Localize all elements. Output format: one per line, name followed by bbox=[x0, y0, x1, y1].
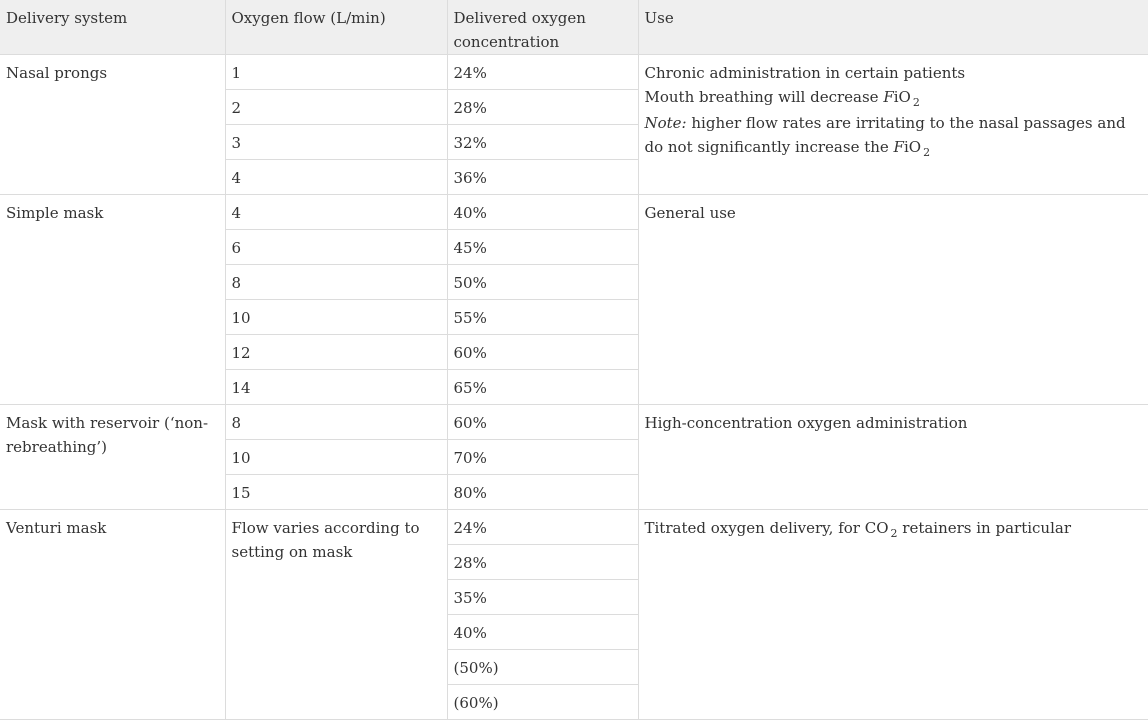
system-cell-mask-with-reservoir: Mask with reservoir (‘non-rebreathing’) bbox=[0, 404, 226, 510]
use-text-part: Titrated oxygen delivery, for CO bbox=[644, 519, 889, 537]
flow-cell: 8 bbox=[224, 404, 448, 440]
fio2-io: iO bbox=[893, 88, 911, 106]
fio2-f: F bbox=[883, 88, 894, 106]
flow-cell: 3 bbox=[225, 124, 448, 160]
use-cell-mask-with-reservoir: High-concentration oxygen administration bbox=[637, 404, 1148, 510]
header-row: Delivery system Oxygen flow (L/min) Deli… bbox=[0, 0, 1148, 55]
table-row: Simple mask 4 40% General use bbox=[0, 194, 1148, 405]
flow-cell: 4 bbox=[224, 194, 448, 230]
flow-cell: 4 bbox=[225, 159, 448, 195]
system-cell-simple-mask: Simple mask bbox=[0, 194, 226, 405]
fio2-subscript: 2 bbox=[912, 96, 920, 109]
use-text: Mouth breathing will decrease FiO 2 bbox=[645, 85, 1143, 111]
concentration-cell: 55% bbox=[446, 299, 638, 335]
concentration-cell: 36% bbox=[446, 159, 638, 195]
use-text-part: Mouth breathing will decrease bbox=[644, 88, 884, 106]
oxygen-delivery-table: Delivery system Oxygen flow (L/min) Deli… bbox=[0, 0, 1148, 720]
concentration-cell: 80% bbox=[446, 474, 638, 510]
use-text: Chronic administration in certain patien… bbox=[644, 64, 966, 82]
table-row: Venturi mask Flow varies according to se… bbox=[0, 509, 1148, 720]
use-text-part: retainers in particular bbox=[897, 519, 1071, 537]
concentration-cell: 60% bbox=[446, 334, 638, 370]
flow-cell: 14 bbox=[225, 369, 448, 405]
use-cell-simple-mask: General use bbox=[637, 194, 1148, 405]
use-note: Note: higher flow rates are irritating t… bbox=[645, 111, 1143, 161]
concentration-cell: 40% bbox=[446, 194, 639, 230]
co2-subscript: 2 bbox=[890, 527, 898, 540]
concentration-cell: 28% bbox=[446, 89, 638, 125]
concentration-cell: 50% bbox=[446, 264, 638, 300]
fio2-f: F bbox=[893, 138, 904, 156]
system-cell-nasal-prongs: Nasal prongs bbox=[0, 54, 226, 195]
use-cell-venturi-mask: Titrated oxygen delivery, for CO 2 retain… bbox=[637, 509, 1148, 720]
fio2-subscript: 2 bbox=[923, 146, 931, 159]
header-use: Use bbox=[637, 0, 1148, 55]
concentration-cell: 45% bbox=[446, 229, 638, 265]
concentration-cell: 28% bbox=[447, 544, 638, 580]
concentration-cell: 70% bbox=[446, 439, 638, 475]
fio2-io: iO bbox=[903, 138, 922, 156]
note-label: Note: bbox=[644, 114, 687, 132]
header-delivered-concentration: Delivered oxygen concentration bbox=[446, 0, 639, 55]
table-row: Nasal prongs 1 24% Chronic administratio… bbox=[0, 54, 1148, 195]
concentration-cell: 35% bbox=[447, 579, 638, 615]
flow-cell: 2 bbox=[225, 89, 448, 125]
concentration-cell: 65% bbox=[446, 369, 638, 405]
concentration-cell: 24% bbox=[446, 509, 639, 545]
flow-cell: 10 bbox=[225, 439, 448, 475]
flow-cell: 8 bbox=[225, 264, 448, 300]
header-delivery-system: Delivery system bbox=[0, 0, 226, 55]
table-row: Mask with reservoir (‘non-rebreathing’) … bbox=[0, 404, 1148, 510]
header-oxygen-flow: Oxygen flow (L/min) bbox=[224, 0, 448, 55]
flow-cell: 10 bbox=[225, 299, 448, 335]
concentration-cell: 40% bbox=[447, 614, 638, 650]
flow-cell-venturi: Flow varies according to setting on mask bbox=[224, 509, 448, 720]
flow-cell: 15 bbox=[225, 474, 448, 510]
note-text: higher flow rates are irritating to the … bbox=[644, 114, 1126, 156]
flow-cell: 12 bbox=[225, 334, 448, 370]
concentration-cell: 24% bbox=[446, 54, 639, 90]
concentration-cell: (50%) bbox=[447, 649, 638, 685]
flow-cell: 1 bbox=[224, 54, 448, 90]
concentration-cell: (60%) bbox=[447, 684, 638, 720]
system-cell-venturi-mask: Venturi mask bbox=[0, 509, 226, 720]
concentration-cell: 60% bbox=[446, 404, 639, 440]
concentration-cell: 32% bbox=[446, 124, 638, 160]
flow-cell: 6 bbox=[225, 229, 448, 265]
use-cell-nasal-prongs: Chronic administration in certain patien… bbox=[637, 54, 1148, 195]
